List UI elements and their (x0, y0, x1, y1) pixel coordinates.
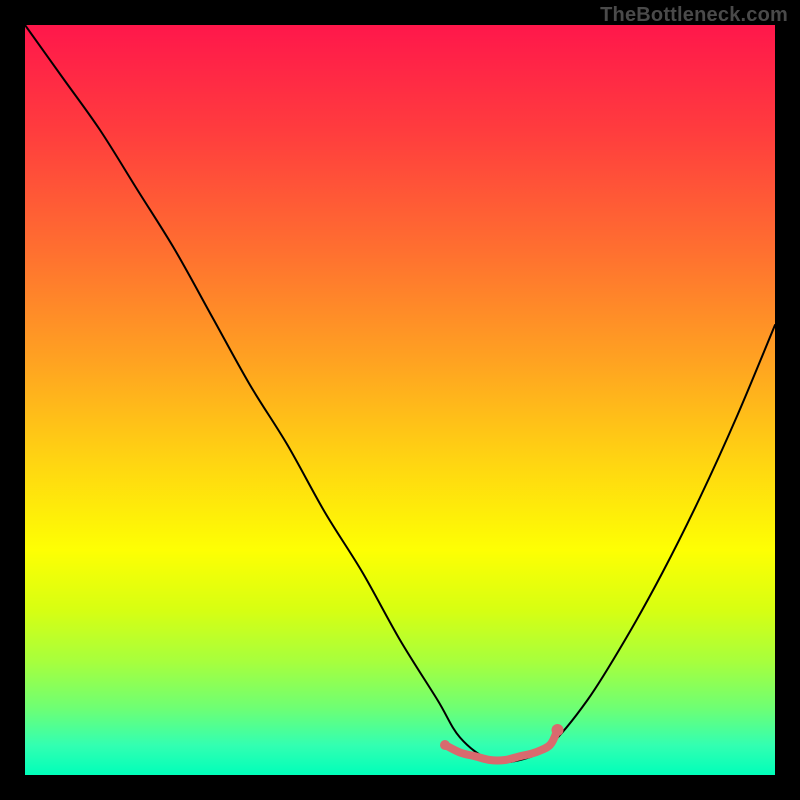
gradient-background (25, 25, 775, 775)
chart-svg (25, 25, 775, 775)
chart-container: TheBottleneck.com (0, 0, 800, 800)
watermark-text: TheBottleneck.com (600, 4, 788, 27)
plot-area (25, 25, 775, 775)
endpoint-marker (552, 724, 564, 736)
endpoint-marker (440, 740, 450, 750)
